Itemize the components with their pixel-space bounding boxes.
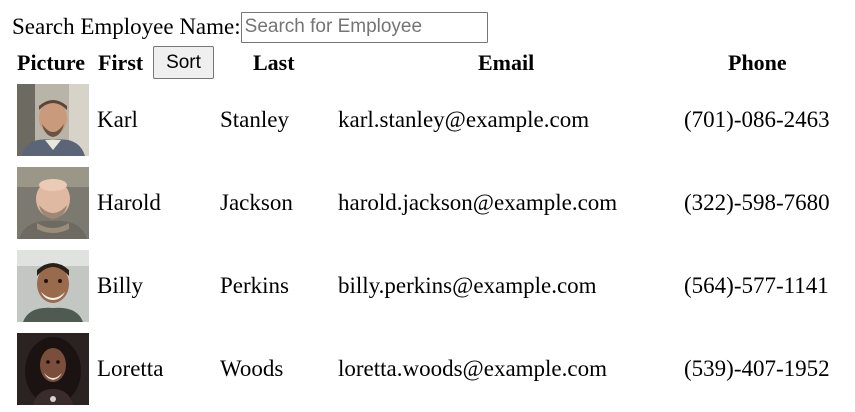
header-email: Email bbox=[478, 50, 535, 75]
search-label: Search Employee Name: bbox=[12, 14, 241, 39]
phone: (564)-577-1141 bbox=[684, 273, 829, 298]
phone: (539)-407-1952 bbox=[684, 356, 830, 381]
employee-photo bbox=[17, 250, 89, 322]
email: billy.perkins@example.com bbox=[338, 273, 597, 298]
header-last: Last bbox=[253, 50, 295, 75]
table-row: Karl Stanley karl.stanley@example.com (7… bbox=[0, 84, 855, 158]
last-name: Jackson bbox=[220, 190, 293, 215]
table-row: Loretta Woods loretta.woods@example.com … bbox=[0, 333, 855, 407]
email: harold.jackson@example.com bbox=[338, 190, 618, 215]
phone: (322)-598-7680 bbox=[684, 190, 830, 215]
search-input[interactable] bbox=[240, 11, 488, 43]
header-phone: Phone bbox=[728, 50, 787, 75]
sort-button[interactable]: Sort bbox=[153, 46, 214, 79]
last-name: Woods bbox=[220, 356, 284, 381]
first-name: Karl bbox=[97, 107, 138, 132]
table-row: Harold Jackson harold.jackson@example.co… bbox=[0, 167, 855, 241]
phone: (701)-086-2463 bbox=[684, 107, 830, 132]
first-name: Harold bbox=[97, 190, 161, 215]
first-name: Loretta bbox=[97, 356, 164, 381]
employee-photo bbox=[17, 84, 89, 156]
header-first: First bbox=[98, 50, 144, 75]
last-name: Perkins bbox=[220, 273, 289, 298]
last-name: Stanley bbox=[220, 107, 289, 132]
email: loretta.woods@example.com bbox=[338, 356, 607, 381]
header-picture: Picture bbox=[17, 50, 86, 75]
table-row: Billy Perkins billy.perkins@example.com … bbox=[0, 250, 855, 324]
employee-photo bbox=[17, 333, 89, 405]
employee-photo bbox=[17, 167, 89, 239]
search-bar: Search Employee Name: bbox=[12, 10, 488, 44]
first-name: Billy bbox=[97, 273, 144, 298]
email: karl.stanley@example.com bbox=[338, 107, 590, 132]
